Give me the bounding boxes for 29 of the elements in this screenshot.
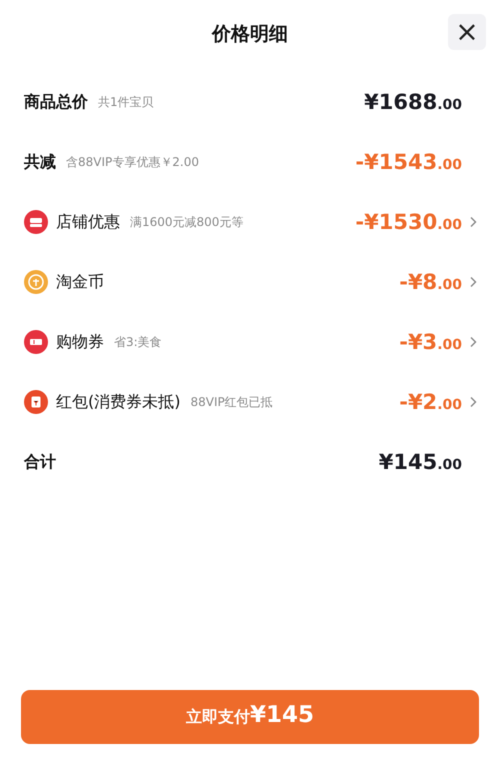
chevron-right-icon[interactable] (468, 396, 478, 408)
price-amount: -¥1530.00 (355, 210, 462, 234)
chevron-right-icon[interactable] (468, 216, 478, 228)
chevron-right-icon[interactable] (468, 276, 478, 288)
chevron-right-icon[interactable] (468, 336, 478, 348)
close-button[interactable]: × (448, 14, 486, 50)
ticket-icon (24, 330, 48, 354)
price-amount: -¥3.00 (399, 330, 462, 354)
row-label: 合计 (24, 452, 56, 472)
row-label: 店铺优惠 (56, 212, 120, 232)
row-note: 满1600元减800元等 (130, 214, 244, 230)
row-note: 含88VIP专享优惠￥2.00 (66, 154, 199, 170)
row-label: 淘金币 (56, 272, 104, 292)
sheet-title: 价格明细 (212, 22, 288, 47)
row-label: 红包(消费券未抵) (56, 392, 180, 412)
row-note: 共1件宝贝 (98, 94, 154, 110)
price-amount: -¥1543.00 (355, 150, 462, 174)
row-note: 省3:美食 (114, 334, 162, 350)
row-label: 商品总价 (24, 92, 88, 112)
row-label: 购物券 (56, 332, 104, 352)
shop-icon (24, 210, 48, 234)
row-label: 共减 (24, 152, 56, 172)
price-amount: -¥2.00 (399, 390, 462, 414)
row-note: 88VIP红包已抵 (190, 394, 273, 410)
price-amount: ¥1688.00 (364, 90, 462, 114)
price-amount: -¥8.00 (399, 270, 462, 294)
coin-icon (24, 270, 48, 294)
envelope-icon (24, 390, 48, 414)
price-amount: ¥145.00 (378, 450, 462, 474)
